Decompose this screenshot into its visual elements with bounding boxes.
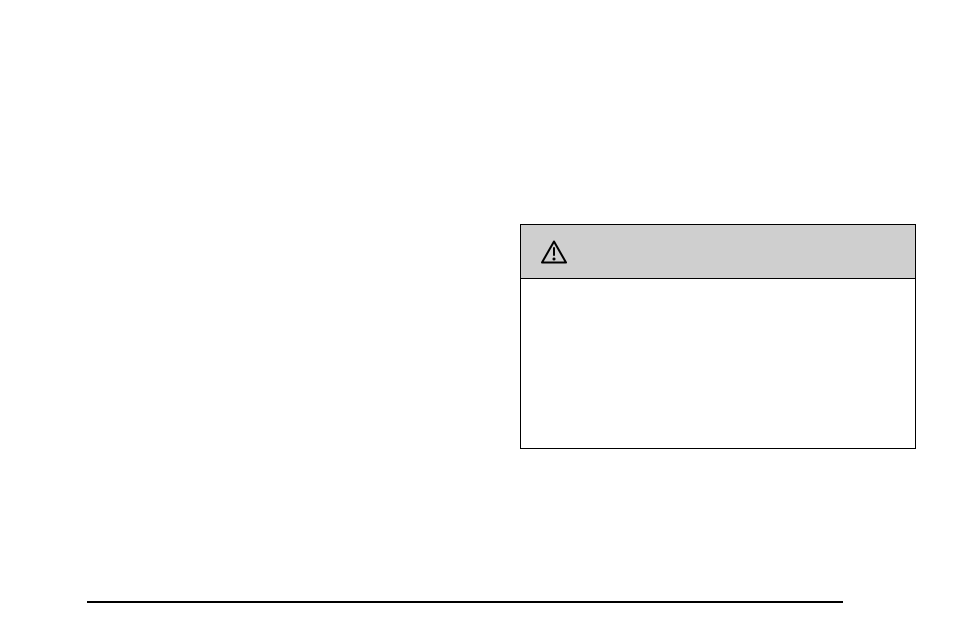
notice-box — [520, 224, 916, 449]
document-page — [0, 0, 954, 636]
footer-divider — [87, 601, 843, 603]
warning-triangle-icon — [541, 240, 567, 264]
notice-box-body — [521, 279, 915, 448]
notice-box-header — [521, 225, 915, 279]
